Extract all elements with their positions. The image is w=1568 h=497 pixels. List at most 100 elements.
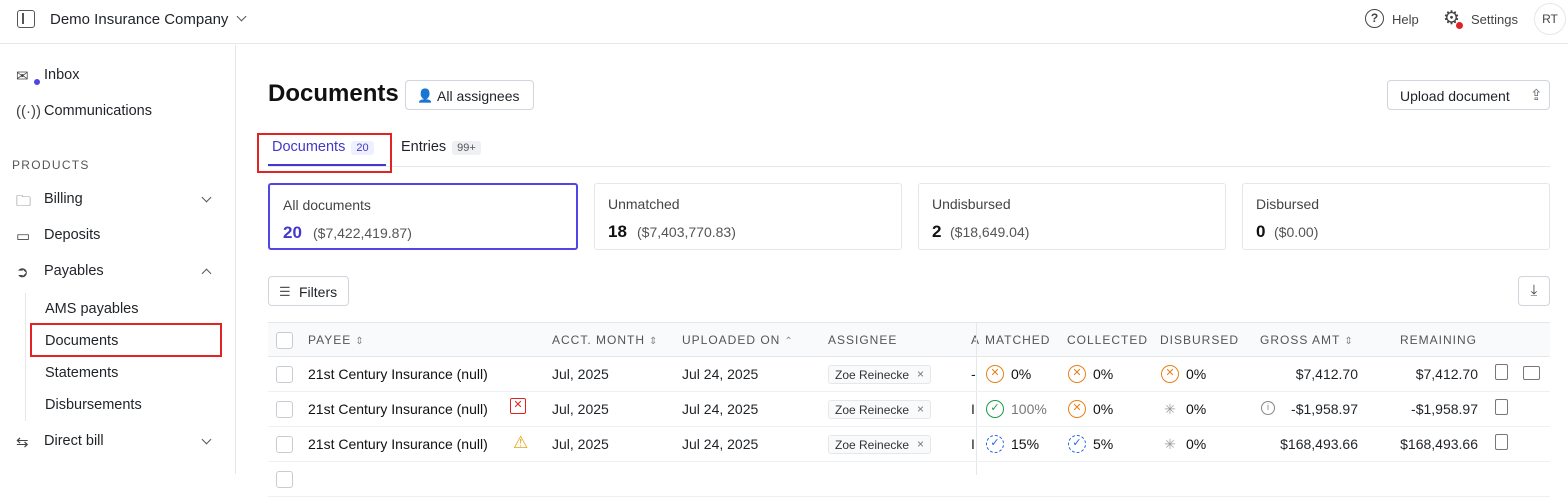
file-icon[interactable] xyxy=(1495,399,1508,415)
collected-cell: 5% xyxy=(1093,436,1114,452)
column-header-collected[interactable]: COLLECTED xyxy=(1067,333,1148,347)
remaining-cell: $7,412.70 xyxy=(1415,366,1478,382)
sort-ascending-icon: ⌃ xyxy=(784,336,794,347)
chevron-down-icon[interactable] xyxy=(236,11,247,22)
gross-amt-cell: -$1,958.97 xyxy=(1291,401,1358,417)
assignee-chip[interactable]: Zoe Reinecke × xyxy=(828,435,931,454)
uploaded-on-cell: Jul 24, 2025 xyxy=(682,436,759,452)
acct-month-cell: Jul, 2025 xyxy=(552,436,609,452)
remove-assignee-icon[interactable]: × xyxy=(917,402,924,416)
sidebar-item-label: Payables xyxy=(44,263,104,279)
uploaded-on-cell: Jul 24, 2025 xyxy=(682,401,759,417)
sidebar-subitem-statements[interactable]: Statements xyxy=(45,365,118,381)
stat-amount: ($0.00) xyxy=(1274,224,1319,240)
stat-title: Disbursed xyxy=(1256,196,1320,212)
row-checkbox[interactable] xyxy=(276,436,293,453)
sidebar-item-inbox[interactable]: ✉ Inbox xyxy=(16,65,226,89)
filters-label: Filters xyxy=(299,284,338,300)
uploaded-on-cell: Jul 24, 2025 xyxy=(682,366,759,382)
column-header-assignee[interactable]: ASSIGNEE xyxy=(828,333,897,347)
chevron-up-icon xyxy=(201,268,212,279)
sidebar-subitem-disbursements[interactable]: Disbursements xyxy=(45,397,142,413)
sort-icon: ⇕ xyxy=(1344,336,1354,347)
avatar[interactable]: RT xyxy=(1534,3,1566,35)
column-header-payee[interactable]: PAYEE ⇕ xyxy=(308,333,365,347)
payee-cell[interactable]: 21st Century Insurance (null) xyxy=(308,436,488,452)
highlight-box xyxy=(257,133,392,173)
assignee-filter-button[interactable]: 👤 All assignees xyxy=(405,80,534,110)
column-header-uploaded-on[interactable]: UPLOADED ON ⌃ xyxy=(682,333,794,347)
loading-icon: ✳ xyxy=(1164,436,1176,452)
remove-assignee-icon[interactable]: × xyxy=(917,437,924,451)
assignee-name: Zoe Reinecke xyxy=(835,403,910,417)
remove-assignee-icon[interactable]: × xyxy=(917,367,924,381)
sidebar-item-label: Communications xyxy=(44,103,152,119)
archive-icon[interactable] xyxy=(1523,366,1540,380)
folder-icon: 🗀 xyxy=(16,193,32,210)
table-row[interactable]: 21st Century Insurance (null) Jul, 2025 … xyxy=(268,357,1550,392)
highlight-box xyxy=(30,323,222,357)
broadcast-icon: ((·)) xyxy=(16,103,41,120)
file-icon[interactable] xyxy=(1495,434,1508,450)
column-header-disbursed[interactable]: DISBURSED xyxy=(1160,333,1239,347)
disbursed-cell: 0% xyxy=(1186,366,1207,382)
sidebar-item-deposits[interactable]: ▭ Deposits xyxy=(16,225,226,249)
column-header-gross-amt[interactable]: GROSS AMT ⇕ xyxy=(1260,333,1354,347)
stat-card-disbursed[interactable]: Disbursed 0 ($0.00) xyxy=(1242,183,1550,250)
stat-card-all-documents[interactable]: All documents 20 ($7,422,419.87) xyxy=(268,183,578,250)
assignee-name: Zoe Reinecke xyxy=(835,368,910,382)
column-header-remaining[interactable]: REMAINING xyxy=(1400,333,1477,347)
sidebar-subitem-ams-payables[interactable]: AMS payables xyxy=(45,301,139,317)
upload-document-button[interactable]: Upload document ⇪ xyxy=(1387,80,1550,110)
gross-amt-cell: $7,412.70 xyxy=(1295,366,1358,382)
stat-count: 2 xyxy=(932,222,942,241)
duplicate-error-icon[interactable]: ✕ xyxy=(510,398,526,414)
stat-title: Unmatched xyxy=(608,196,680,212)
company-switcher[interactable]: Demo Insurance Company xyxy=(50,11,228,28)
help-icon[interactable]: ? xyxy=(1365,9,1384,28)
sidebar-item-label: Inbox xyxy=(44,67,80,83)
stat-card-unmatched[interactable]: Unmatched 18 ($7,403,770.83) xyxy=(594,183,902,250)
table-header: PAYEE ⇕ ACCT. MONTH ⇕ UPLOADED ON ⌃ ASSIGNE… xyxy=(268,323,1550,357)
filters-button[interactable]: ☰ Filters xyxy=(268,276,349,306)
help-link[interactable]: Help xyxy=(1392,12,1419,27)
payee-cell[interactable]: 21st Century Insurance (null) xyxy=(308,366,488,382)
assignee-chip[interactable]: Zoe Reinecke × xyxy=(828,365,931,384)
truncated-cell: I xyxy=(971,401,975,417)
table-row[interactable] xyxy=(268,462,1550,497)
disbursed-cell: 0% xyxy=(1186,401,1207,417)
disbursed-cell: 0% xyxy=(1186,436,1207,452)
sidebar-item-communications[interactable]: ((·)) Communications xyxy=(16,101,226,125)
wallet-icon: ▭ xyxy=(16,228,31,245)
sidebar-item-billing[interactable]: 🗀 Billing xyxy=(16,189,226,213)
table-row[interactable]: 21st Century Insurance (null) ✕ Jul, 202… xyxy=(268,392,1550,427)
partial-check-icon: ✓ xyxy=(1068,435,1086,453)
loading-icon: ✳ xyxy=(1164,401,1176,417)
sidebar-toggle-icon[interactable] xyxy=(17,10,35,28)
file-icon[interactable] xyxy=(1495,364,1508,380)
select-all-checkbox[interactable] xyxy=(276,332,293,349)
stat-title: Undisbursed xyxy=(932,196,1011,212)
stat-card-undisbursed[interactable]: Undisbursed 2 ($18,649.04) xyxy=(918,183,1226,250)
payee-cell[interactable]: 21st Century Insurance (null) xyxy=(308,401,488,417)
download-button[interactable]: ⤓ xyxy=(1518,276,1550,306)
sidebar-item-direct-bill[interactable]: ⇆ Direct bill xyxy=(16,431,226,455)
column-header-matched[interactable]: MATCHED xyxy=(985,333,1050,347)
sidebar-item-label: Deposits xyxy=(44,227,101,243)
tabs-divider xyxy=(268,166,1550,167)
assignee-name: Zoe Reinecke xyxy=(835,438,910,452)
table-row[interactable]: 21st Century Insurance (null) ⚠ Jul, 202… xyxy=(268,427,1550,462)
sidebar-item-label: Billing xyxy=(44,191,83,207)
warning-icon[interactable]: ⚠ xyxy=(513,433,528,453)
chevron-down-icon xyxy=(201,192,212,203)
sidebar-item-payables[interactable]: ➲ Payables xyxy=(16,261,226,285)
collected-cell: 0% xyxy=(1093,401,1114,417)
tab-entries[interactable]: Entries 99+ xyxy=(401,139,481,155)
row-checkbox[interactable] xyxy=(276,401,293,418)
settings-link[interactable]: Settings xyxy=(1471,12,1518,27)
row-checkbox[interactable] xyxy=(276,366,293,383)
stat-amount: ($7,403,770.83) xyxy=(637,224,736,240)
column-header-acct-month[interactable]: ACCT. MONTH ⇕ xyxy=(552,333,658,347)
assignee-chip[interactable]: Zoe Reinecke × xyxy=(828,400,931,419)
header-label: UPLOADED ON xyxy=(682,333,781,347)
